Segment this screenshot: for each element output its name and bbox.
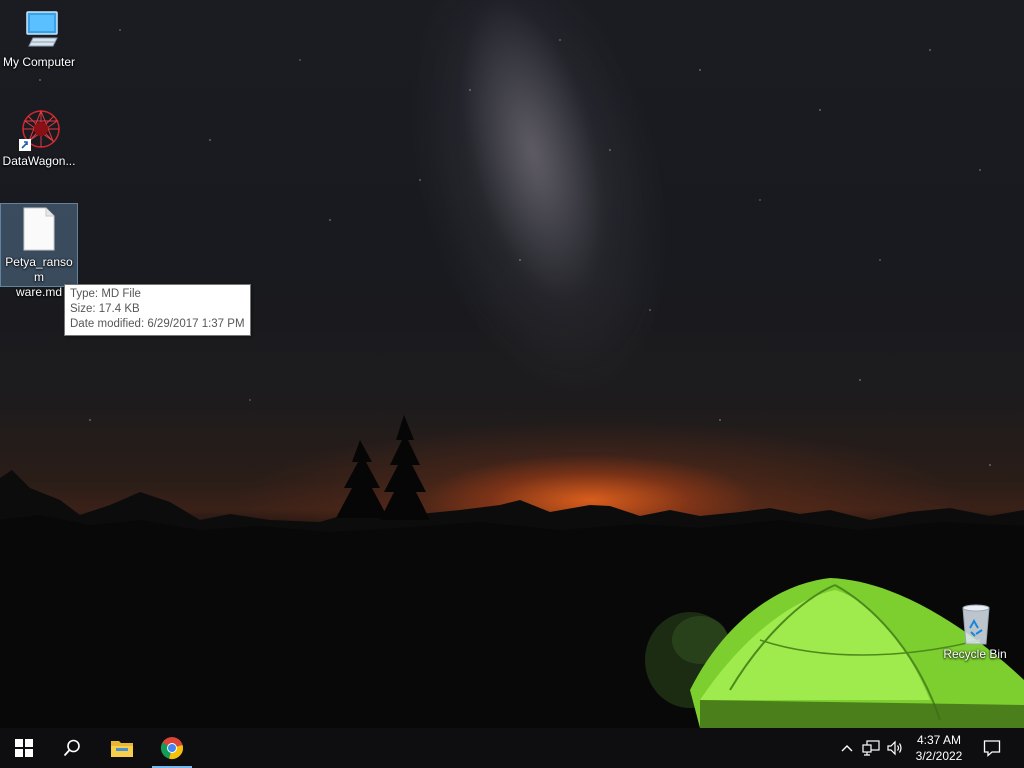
network-icon <box>862 740 880 756</box>
datawagon-app-icon <box>19 109 60 151</box>
desktop-icon-recycle-bin[interactable]: Recycle Bin <box>937 602 1013 664</box>
search-button[interactable] <box>48 728 96 768</box>
chrome-button[interactable] <box>152 728 192 768</box>
taskbar: 4:37 AM 3/2/2022 <box>0 728 1024 768</box>
computer-icon <box>26 11 58 47</box>
file-explorer-button[interactable] <box>98 728 146 768</box>
volume-icon <box>887 740 902 756</box>
volume-button[interactable] <box>884 728 906 768</box>
clock-date: 3/2/2022 <box>915 749 963 763</box>
tooltip-size: Size: 17.4 KB <box>70 303 140 315</box>
landscape-silhouette <box>0 415 1024 728</box>
chrome-icon <box>161 737 183 759</box>
document-file-icon <box>23 207 55 251</box>
folder-icon <box>111 741 133 757</box>
windows-logo-icon <box>15 739 33 757</box>
chevron-up-icon <box>841 745 853 752</box>
tooltip-type: Type: MD File <box>70 288 141 300</box>
network-button[interactable] <box>860 728 882 768</box>
action-center-button[interactable] <box>976 728 1008 768</box>
action-center-icon <box>983 740 1001 757</box>
recycle-bin-icon <box>962 604 990 645</box>
tooltip-date-modified: Date modified: 6/29/2017 1:37 PM <box>70 318 245 330</box>
desktop-wallpaper <box>0 0 1024 728</box>
show-hidden-icons-button[interactable] <box>838 728 856 768</box>
datawagon-label: DataWagon... <box>2 154 76 168</box>
desktop-icon-my-computer[interactable]: My Computer <box>1 8 77 72</box>
desktop-icon-datawagon[interactable]: DataWagon... <box>1 107 77 171</box>
taskbar-clock[interactable]: 4:37 AM 3/2/2022 <box>906 728 972 768</box>
search-icon <box>63 739 80 757</box>
start-button[interactable] <box>0 728 48 768</box>
clock-time: 4:37 AM <box>916 733 962 747</box>
my-computer-label: My Computer <box>2 55 76 69</box>
file-info-tooltip: Type: MD File Size: 17.4 KB Date modifie… <box>64 284 251 336</box>
recycle-bin-label: Recycle Bin <box>943 647 1007 661</box>
desktop-icon-petya-ransomware-md[interactable]: Petya_ransom ware.md <box>0 203 78 299</box>
